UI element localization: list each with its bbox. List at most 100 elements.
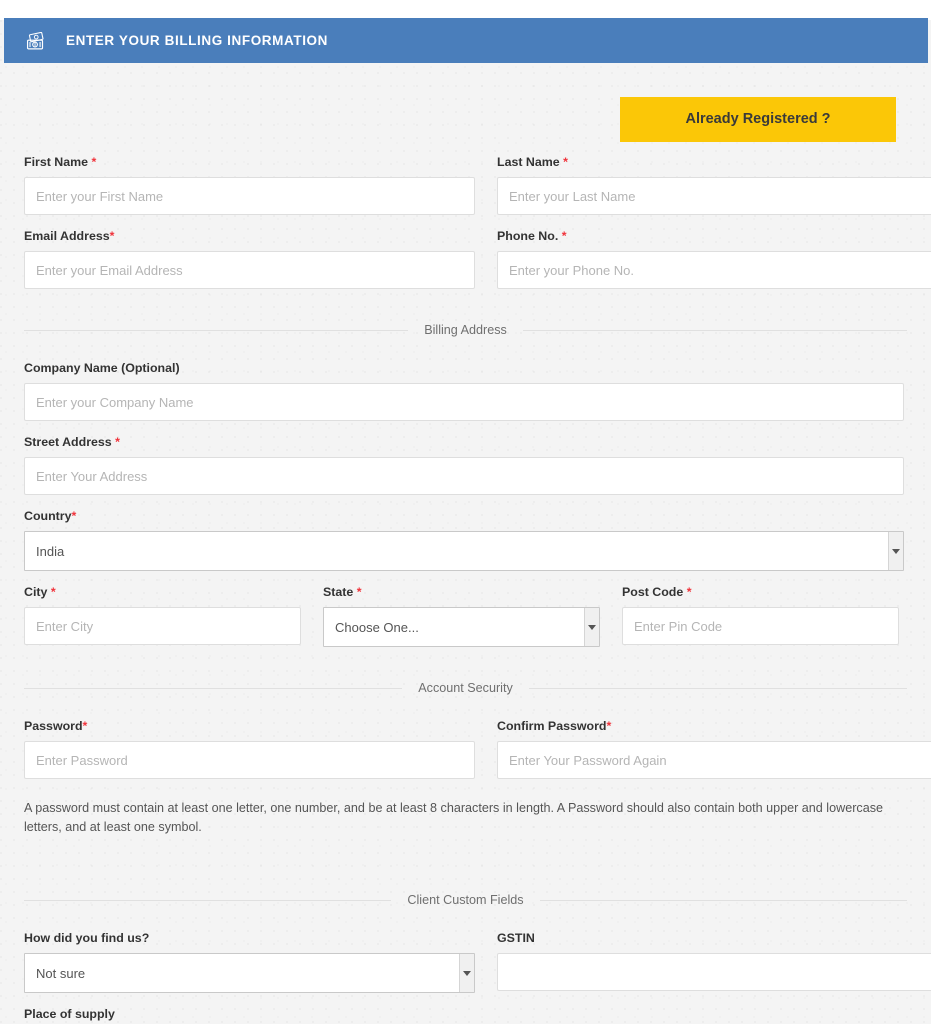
last-name-input[interactable]	[497, 177, 931, 215]
city-group: City *	[24, 585, 301, 647]
street-row: Street Address *	[24, 435, 907, 509]
top-white-strip	[0, 0, 931, 20]
find-us-group: How did you find us? Not sure	[24, 931, 475, 993]
client-custom-fields-separator-label: Client Custom Fields	[407, 893, 524, 907]
password-row: Password* Confirm Password*	[24, 719, 931, 793]
phone-label-text: Phone No.	[497, 229, 562, 243]
city-label: City *	[24, 585, 301, 600]
street-required-mark: *	[115, 435, 120, 449]
country-required-mark: *	[71, 509, 77, 523]
confirm-password-label: Confirm Password*	[497, 719, 931, 734]
city-state-post-row: City * State * Choose One... P	[24, 585, 907, 661]
separator-line-right	[522, 329, 908, 331]
email-required-mark: *	[109, 229, 115, 243]
street-label-text: Street Address	[24, 435, 116, 449]
password-required-mark: *	[82, 719, 88, 733]
separator-line-left	[24, 687, 403, 689]
phone-label: Phone No. *	[497, 229, 931, 244]
client-custom-fields-separator: Client Custom Fields	[24, 883, 907, 917]
state-select[interactable]: Choose One...	[323, 607, 600, 647]
city-input[interactable]	[24, 607, 301, 645]
password-input[interactable]	[24, 741, 475, 779]
phone-group: Phone No. *	[497, 229, 931, 289]
already-registered-row: Already Registered ?	[24, 83, 907, 155]
place-of-supply-label: Place of supply	[24, 1007, 475, 1022]
last-name-required-mark: *	[563, 155, 568, 169]
post-code-label: Post Code *	[622, 585, 899, 600]
first-name-label: First Name *	[24, 155, 475, 170]
billing-address-separator: Billing Address	[24, 313, 908, 347]
confirm-password-group: Confirm Password*	[497, 719, 931, 779]
post-code-required-mark: *	[686, 585, 692, 599]
state-label-text: State	[323, 585, 357, 599]
last-name-label: Last Name *	[497, 155, 931, 170]
state-select-wrap: Choose One...	[323, 607, 600, 647]
state-group: State * Choose One...	[323, 585, 600, 647]
password-group: Password*	[24, 719, 475, 779]
country-row: Country* India	[24, 509, 907, 585]
gstin-input[interactable]	[497, 953, 931, 991]
place-of-supply-label-text: Place of supply	[24, 1007, 115, 1021]
country-select-wrap: India	[24, 531, 904, 571]
panel-header: ENTER YOUR BILLING INFORMATION	[4, 18, 928, 63]
account-security-separator: Account Security	[24, 671, 907, 705]
place-of-supply-group: Place of supply	[24, 1007, 475, 1024]
already-registered-button[interactable]: Already Registered ?	[620, 96, 896, 142]
find-us-select[interactable]: Not sure	[24, 953, 475, 993]
money-banknotes-icon	[26, 31, 44, 49]
separator-line-right	[539, 899, 907, 901]
confirm-password-input[interactable]	[497, 741, 931, 779]
custom-fields-row: How did you find us? Not sure GSTIN	[24, 931, 931, 1007]
email-label-text: Email Address	[24, 229, 110, 243]
post-code-input[interactable]	[622, 607, 899, 645]
email-label: Email Address*	[24, 229, 475, 244]
phone-input[interactable]	[497, 251, 931, 289]
company-input[interactable]	[24, 383, 904, 421]
separator-line-left	[24, 329, 409, 331]
password-label-text: Password	[24, 719, 83, 733]
company-row: Company Name (Optional)	[24, 361, 907, 435]
password-requirements-note: A password must contain at least one let…	[24, 801, 884, 834]
last-name-group: Last Name *	[497, 155, 931, 215]
contact-row: Email Address* Phone No. *	[24, 229, 931, 303]
separator-line-left	[24, 899, 392, 901]
place-of-supply-row: Place of supply	[24, 1007, 907, 1024]
street-label: Street Address *	[24, 435, 904, 450]
country-select[interactable]: India	[24, 531, 904, 571]
first-name-label-text: First Name	[24, 155, 92, 169]
confirm-password-label-text: Confirm Password	[497, 719, 607, 733]
post-code-label-text: Post Code	[622, 585, 687, 599]
email-group: Email Address*	[24, 229, 475, 289]
gstin-label: GSTIN	[497, 931, 931, 946]
gstin-label-text: GSTIN	[497, 931, 535, 945]
country-label-text: Country	[24, 509, 72, 523]
state-label: State *	[323, 585, 600, 600]
panel-header-title: ENTER YOUR BILLING INFORMATION	[66, 33, 328, 48]
email-input[interactable]	[24, 251, 475, 289]
company-group: Company Name (Optional)	[24, 361, 904, 421]
street-group: Street Address *	[24, 435, 904, 495]
first-name-required-mark: *	[91, 155, 97, 169]
account-security-separator-label: Account Security	[418, 681, 513, 695]
state-required-mark: *	[356, 585, 362, 599]
confirm-password-required-mark: *	[606, 719, 612, 733]
form-content: Already Registered ? First Name * Last N…	[0, 83, 931, 1024]
last-name-label-text: Last Name	[497, 155, 564, 169]
gstin-group: GSTIN	[497, 931, 931, 993]
billing-address-separator-label: Billing Address	[424, 323, 507, 337]
company-label-text: Company Name (Optional)	[24, 361, 180, 375]
company-label: Company Name (Optional)	[24, 361, 904, 376]
find-us-label-text: How did you find us?	[24, 931, 150, 945]
password-label: Password*	[24, 719, 475, 734]
city-required-mark: *	[50, 585, 56, 599]
country-label: Country*	[24, 509, 904, 524]
street-input[interactable]	[24, 457, 904, 495]
find-us-select-wrap: Not sure	[24, 953, 475, 993]
name-row: First Name * Last Name *	[24, 155, 931, 229]
find-us-label: How did you find us?	[24, 931, 475, 946]
first-name-input[interactable]	[24, 177, 475, 215]
separator-line-right	[528, 687, 907, 689]
first-name-group: First Name *	[24, 155, 475, 215]
post-code-group: Post Code *	[622, 585, 899, 647]
